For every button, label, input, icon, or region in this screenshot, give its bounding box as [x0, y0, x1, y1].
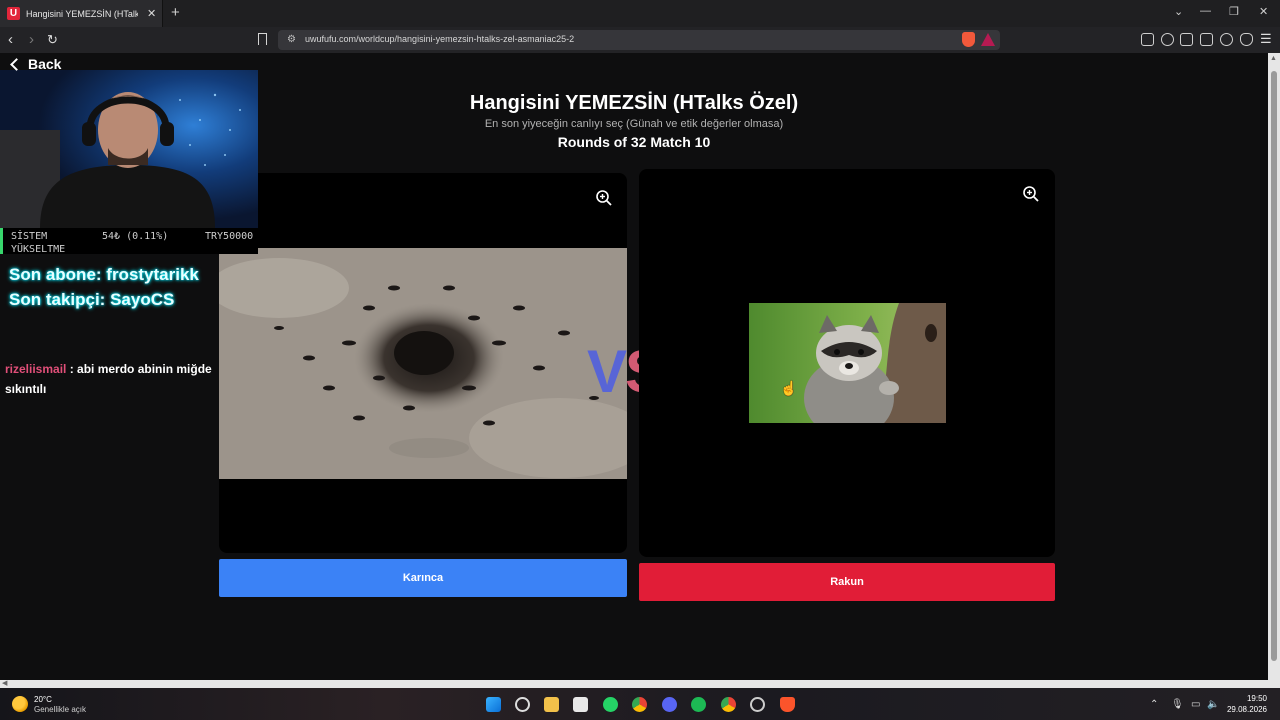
- tray-overflow-icon[interactable]: ⌃: [1150, 699, 1158, 710]
- vs-v: V: [587, 338, 627, 405]
- weather-description[interactable]: Genellikle açık: [34, 705, 86, 714]
- back-label: Back: [28, 56, 62, 72]
- ticker-goal: TRY50000: [205, 231, 254, 242]
- vertical-scrollbar[interactable]: ▲: [1268, 53, 1280, 680]
- horizontal-scrollbar[interactable]: ◀: [0, 680, 1280, 688]
- brave-shields-icon[interactable]: [962, 32, 975, 47]
- last-follower: Son takipçi: SayoCS: [9, 290, 175, 309]
- browser-tab[interactable]: U Hangisini YEMEZSİN (HTalks Öz ✕: [0, 0, 163, 27]
- bookmark-icon[interactable]: [258, 33, 267, 45]
- tab-close-icon[interactable]: ✕: [147, 7, 156, 20]
- wallet-icon[interactable]: [1200, 33, 1213, 46]
- choose-right-button[interactable]: Rakun: [639, 563, 1055, 601]
- ants-image[interactable]: [219, 248, 627, 479]
- forward-nav-button[interactable]: ›: [29, 31, 34, 48]
- reload-button[interactable]: ↻: [47, 31, 58, 48]
- vpn-icon[interactable]: [1240, 33, 1253, 46]
- new-tab-button[interactable]: +: [171, 5, 180, 20]
- search-icon[interactable]: [515, 697, 530, 712]
- back-nav-button[interactable]: ‹: [8, 31, 13, 48]
- whatsapp-icon[interactable]: [603, 697, 618, 712]
- close-window-button[interactable]: ✕: [1259, 5, 1268, 18]
- brave-icon[interactable]: [780, 697, 795, 712]
- back-button[interactable]: Back: [10, 56, 62, 72]
- webcam-overlay: [0, 70, 258, 228]
- tab-title: Hangisini YEMEZSİN (HTalks Öz: [26, 8, 138, 19]
- clock-date[interactable]: 29.08.2026: [1215, 705, 1267, 714]
- sidebar-icon[interactable]: [1180, 33, 1193, 46]
- mouse-cursor-icon: ☝: [780, 380, 798, 396]
- minimize-button[interactable]: —: [1200, 5, 1211, 17]
- clock-time[interactable]: 19:50: [1225, 694, 1267, 703]
- donation-ticker: SİSTEM 54₺ (0.11%) TRY50000 YÜKSELTME: [0, 228, 258, 254]
- discord-icon[interactable]: [662, 697, 677, 712]
- microphone-icon[interactable]: 🎙: [1171, 699, 1184, 710]
- site-favicon-icon: U: [7, 7, 20, 20]
- start-icon[interactable]: [486, 697, 501, 712]
- chrome-profile-icon[interactable]: [721, 697, 736, 712]
- brave-rewards-icon[interactable]: [981, 33, 995, 46]
- url-bar[interactable]: ⚙ uwufufu.com/worldcup/hangisini-yemezsi…: [278, 30, 1000, 50]
- url-text: uwufufu.com/worldcup/hangisini-yemezsin-…: [305, 34, 575, 44]
- obs-icon[interactable]: [750, 697, 765, 712]
- chat-username: rizeliismail: [5, 362, 67, 376]
- media-icon[interactable]: [1161, 33, 1174, 46]
- leo-ai-icon[interactable]: [1220, 33, 1233, 46]
- choose-left-button[interactable]: Karınca: [219, 559, 627, 597]
- address-toolbar: ‹ › ↻ ⚙ uwufufu.com/worldcup/hangisini-y…: [0, 27, 1280, 53]
- menu-icon[interactable]: ☰: [1260, 31, 1272, 47]
- last-subscriber: Son abone: frostytarikk: [9, 265, 199, 284]
- zoom-icon[interactable]: [1022, 185, 1040, 203]
- maximize-button[interactable]: ❐: [1229, 5, 1239, 18]
- store-icon[interactable]: [573, 697, 588, 712]
- zoom-icon[interactable]: [595, 189, 613, 207]
- tab-list-chevron-icon[interactable]: ⌄: [1174, 5, 1183, 18]
- weather-temperature[interactable]: 20°C: [34, 695, 52, 704]
- windows-taskbar: 20°C Genellikle açık ⌃ 🎙 ▭ 🔈 19:50 29.08…: [0, 688, 1280, 720]
- scroll-thumb[interactable]: [1271, 71, 1277, 661]
- chrome-icon[interactable]: [632, 697, 647, 712]
- raccoon-image[interactable]: [749, 303, 946, 423]
- site-settings-icon[interactable]: ⚙: [287, 34, 296, 45]
- tab-bar: U Hangisini YEMEZSİN (HTalks Öz ✕ + ⌄ — …: [0, 0, 1280, 27]
- file-explorer-icon[interactable]: [544, 697, 559, 712]
- scroll-left-arrow-icon[interactable]: ◀: [2, 679, 7, 687]
- ticker-label: SİSTEM: [11, 231, 48, 242]
- spotify-icon[interactable]: [691, 697, 706, 712]
- chat-message: rizeliismail : abi merdo abinin miğde sı…: [5, 359, 245, 399]
- display-icon[interactable]: ▭: [1191, 699, 1200, 710]
- ticker-amount: 54₺ (0.11%): [102, 231, 169, 242]
- chevron-left-icon: [10, 57, 23, 71]
- weather-icon[interactable]: [12, 696, 28, 712]
- scroll-up-arrow-icon[interactable]: ▲: [1270, 55, 1277, 62]
- ticker-sub: YÜKSELTME: [11, 244, 66, 254]
- extensions-icon[interactable]: [1141, 33, 1154, 46]
